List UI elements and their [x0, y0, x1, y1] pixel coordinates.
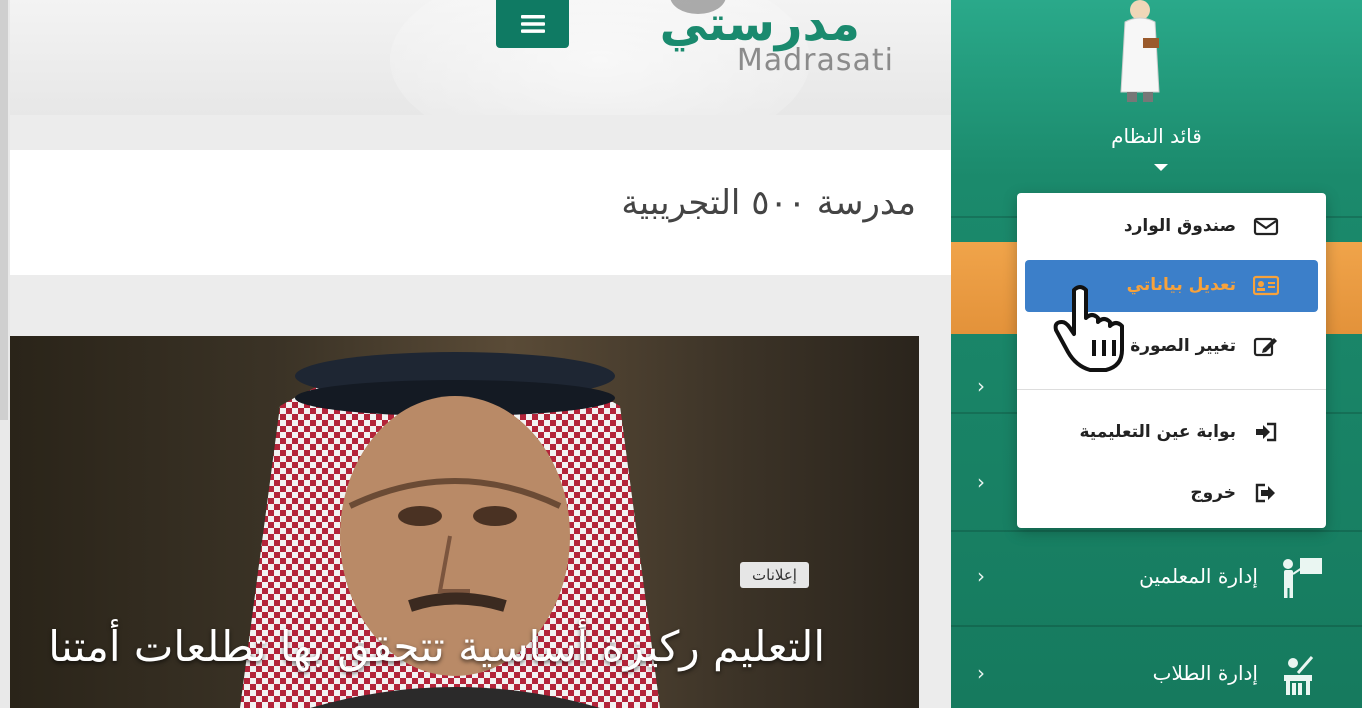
sign-out-icon: [1255, 483, 1275, 503]
students-icon: [1284, 656, 1314, 695]
sidebar-item-label: إدارة الطلاب: [1152, 661, 1258, 685]
menu-item-inbox[interactable]: صندوق الوارد: [1017, 201, 1326, 253]
envelope-icon: [1253, 217, 1279, 236]
sidebar-divider: [951, 530, 1362, 532]
sign-in-icon: [1256, 422, 1277, 442]
chevron-left-icon: ‹: [977, 564, 985, 588]
left-edge: [0, 0, 8, 420]
edit-icon: [1253, 337, 1277, 357]
hand-pointer-cursor: [1053, 285, 1124, 372]
menu-item-logout[interactable]: خروج: [1017, 468, 1326, 520]
user-avatar[interactable]: [1113, 0, 1167, 104]
chevron-left-icon: ‹: [977, 374, 985, 398]
chevron-left-icon: ‹: [977, 470, 985, 494]
menu-item-label: خروج: [1190, 483, 1236, 503]
sidebar-item-students[interactable]: إدارة الطلاب ‹: [951, 645, 1362, 705]
sidebar-item-teachers[interactable]: إدارة المعلمين ‹: [951, 548, 1362, 608]
main-content: مدرستي Madrasati مدرسة ٥٠٠ التجريبية إعل…: [10, 0, 951, 708]
hero-slider[interactable]: إعلانات التعليم ركيزة أساسية تتحقق بها ت…: [10, 336, 919, 708]
menu-divider: [1017, 389, 1326, 390]
school-card: مدرسة ٥٠٠ التجريبية: [10, 150, 951, 275]
menu-item-label: صندوق الوارد: [1123, 216, 1236, 236]
category-badge[interactable]: إعلانات: [740, 562, 809, 588]
sidebar-item-label: إدارة المعلمين: [1139, 564, 1258, 588]
teacher-icon: [1283, 558, 1322, 598]
hero-headline[interactable]: التعليم ركيزة أساسية تتحقق بها تطلعات أم…: [25, 622, 825, 672]
menu-item-ain-portal[interactable]: بوابة عين التعليمية: [1017, 407, 1326, 459]
menu-item-label: بوابة عين التعليمية: [1079, 422, 1236, 442]
caret-down-icon[interactable]: [1154, 164, 1168, 171]
top-header: مدرستي Madrasati: [10, 0, 951, 115]
madrasati-logo[interactable]: مدرستي Madrasati: [628, 0, 898, 90]
chevron-left-icon: ‹: [977, 661, 985, 685]
menu-toggle-button[interactable]: [496, 0, 569, 48]
logo-english: Madrasati: [736, 43, 894, 78]
id-card-icon: [1253, 275, 1279, 296]
school-title: مدرسة ٥٠٠ التجريبية: [621, 183, 916, 223]
hamburger-icon: [520, 15, 545, 33]
user-name[interactable]: قائد النظام: [951, 124, 1362, 148]
sidebar-divider: [951, 625, 1362, 627]
